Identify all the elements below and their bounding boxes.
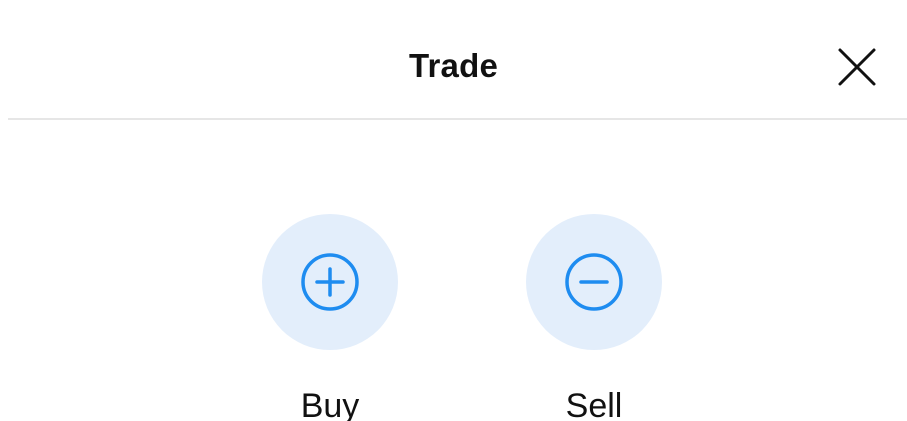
close-button[interactable]: [833, 43, 881, 91]
plus-circle-icon: [301, 253, 359, 311]
buy-label: Buy: [300, 387, 360, 421]
sheet-title: Trade: [408, 47, 499, 84]
sell-button[interactable]: Sell: [524, 214, 664, 421]
sell-label: Sell: [565, 387, 623, 421]
trade-sheet: Trade Buy Sell: [0, 0, 907, 421]
sell-icon-background: [526, 214, 662, 350]
close-icon: [838, 48, 876, 86]
header-divider: [8, 118, 907, 120]
minus-circle-icon: [565, 253, 623, 311]
sheet-header: Trade: [0, 0, 907, 118]
buy-icon-background: [262, 214, 398, 350]
buy-button[interactable]: Buy: [260, 214, 400, 421]
